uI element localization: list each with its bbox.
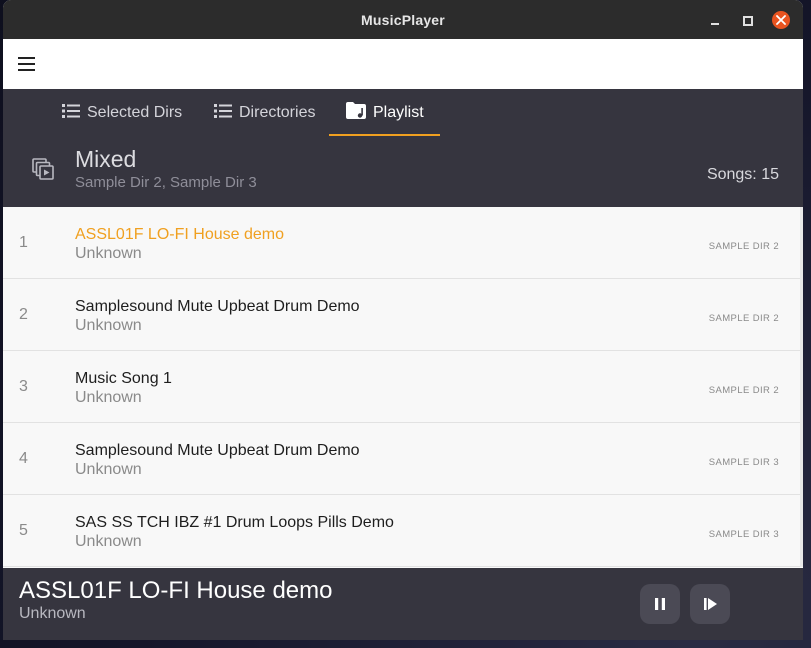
app-window: MusicPlayer Selected Dirs Directories Pl… [3,0,803,640]
song-row[interactable]: 4 Samplesound Mute Upbeat Drum Demo Unkn… [3,423,803,495]
song-title: Samplesound Mute Upbeat Drum Demo [75,298,360,315]
close-icon [776,15,786,25]
next-track-button[interactable] [690,584,730,624]
song-directory: SAMPLE DIR 2 [708,241,779,252]
title-bar: MusicPlayer [3,0,803,39]
track-number: 5 [19,522,28,539]
folder-music-icon [346,101,366,125]
song-artist: Unknown [75,461,142,478]
active-tab-indicator [329,134,440,136]
song-title: Music Song 1 [75,370,172,387]
song-title: ASSL01F LO-FI House demo [75,226,284,243]
playlist-stack-icon [32,158,54,185]
tab-label: Playlist [373,104,424,121]
song-title: SAS SS TCH IBZ #1 Drum Loops Pills Demo [75,514,394,531]
song-artist: Unknown [75,533,142,550]
close-button[interactable] [772,11,790,29]
track-number: 4 [19,450,28,467]
window-title: MusicPlayer [361,12,445,28]
tab-directories[interactable]: Directories [214,89,315,137]
song-row[interactable]: 1 ASSL01F LO-FI House demo Unknown SAMPL… [3,207,803,279]
song-row[interactable]: 2 Samplesound Mute Upbeat Drum Demo Unkn… [3,279,803,351]
song-title: Samplesound Mute Upbeat Drum Demo [75,442,360,459]
song-directory: SAMPLE DIR 3 [708,457,779,468]
menu-icon[interactable] [17,56,37,72]
tab-playlist[interactable]: Playlist [346,89,424,137]
maximize-button[interactable] [738,11,756,29]
track-number: 2 [19,306,28,323]
song-artist: Unknown [75,389,142,406]
list-icon [214,103,232,124]
now-playing-artist: Unknown [19,605,86,622]
song-list: 1 ASSL01F LO-FI House demo Unknown SAMPL… [3,207,803,567]
minimize-button[interactable] [706,11,724,29]
song-row[interactable]: 3 Music Song 1 Unknown SAMPLE DIR 2 [3,351,803,423]
song-row[interactable]: 5 SAS SS TCH IBZ #1 Drum Loops Pills Dem… [3,495,803,567]
app-toolbar [3,39,803,89]
now-playing-title: ASSL01F LO-FI House demo [19,577,333,604]
song-directory: SAMPLE DIR 2 [708,385,779,396]
song-artist: Unknown [75,317,142,334]
song-directory: SAMPLE DIR 2 [708,313,779,324]
tab-label: Selected Dirs [87,104,183,121]
playlist-title: Mixed [75,146,137,172]
now-playing-bar: ASSL01F LO-FI House demo Unknown [3,568,803,640]
pause-icon [655,598,665,610]
track-number: 1 [19,234,28,251]
skip-next-icon [704,598,717,610]
tab-selected-dirs[interactable]: Selected Dirs [62,89,182,137]
track-number: 3 [19,378,28,395]
song-count: Songs: 15 [706,166,779,183]
list-icon [62,103,80,124]
song-directory: SAMPLE DIR 3 [708,529,779,540]
tab-label: Directories [239,104,316,121]
pause-button[interactable] [640,584,680,624]
playlist-header: Selected Dirs Directories Playlist Mixed… [3,89,803,207]
playlist-subtitle: Sample Dir 2, Sample Dir 3 [75,174,257,191]
list-scrollbar[interactable] [800,207,803,567]
song-artist: Unknown [75,245,142,262]
